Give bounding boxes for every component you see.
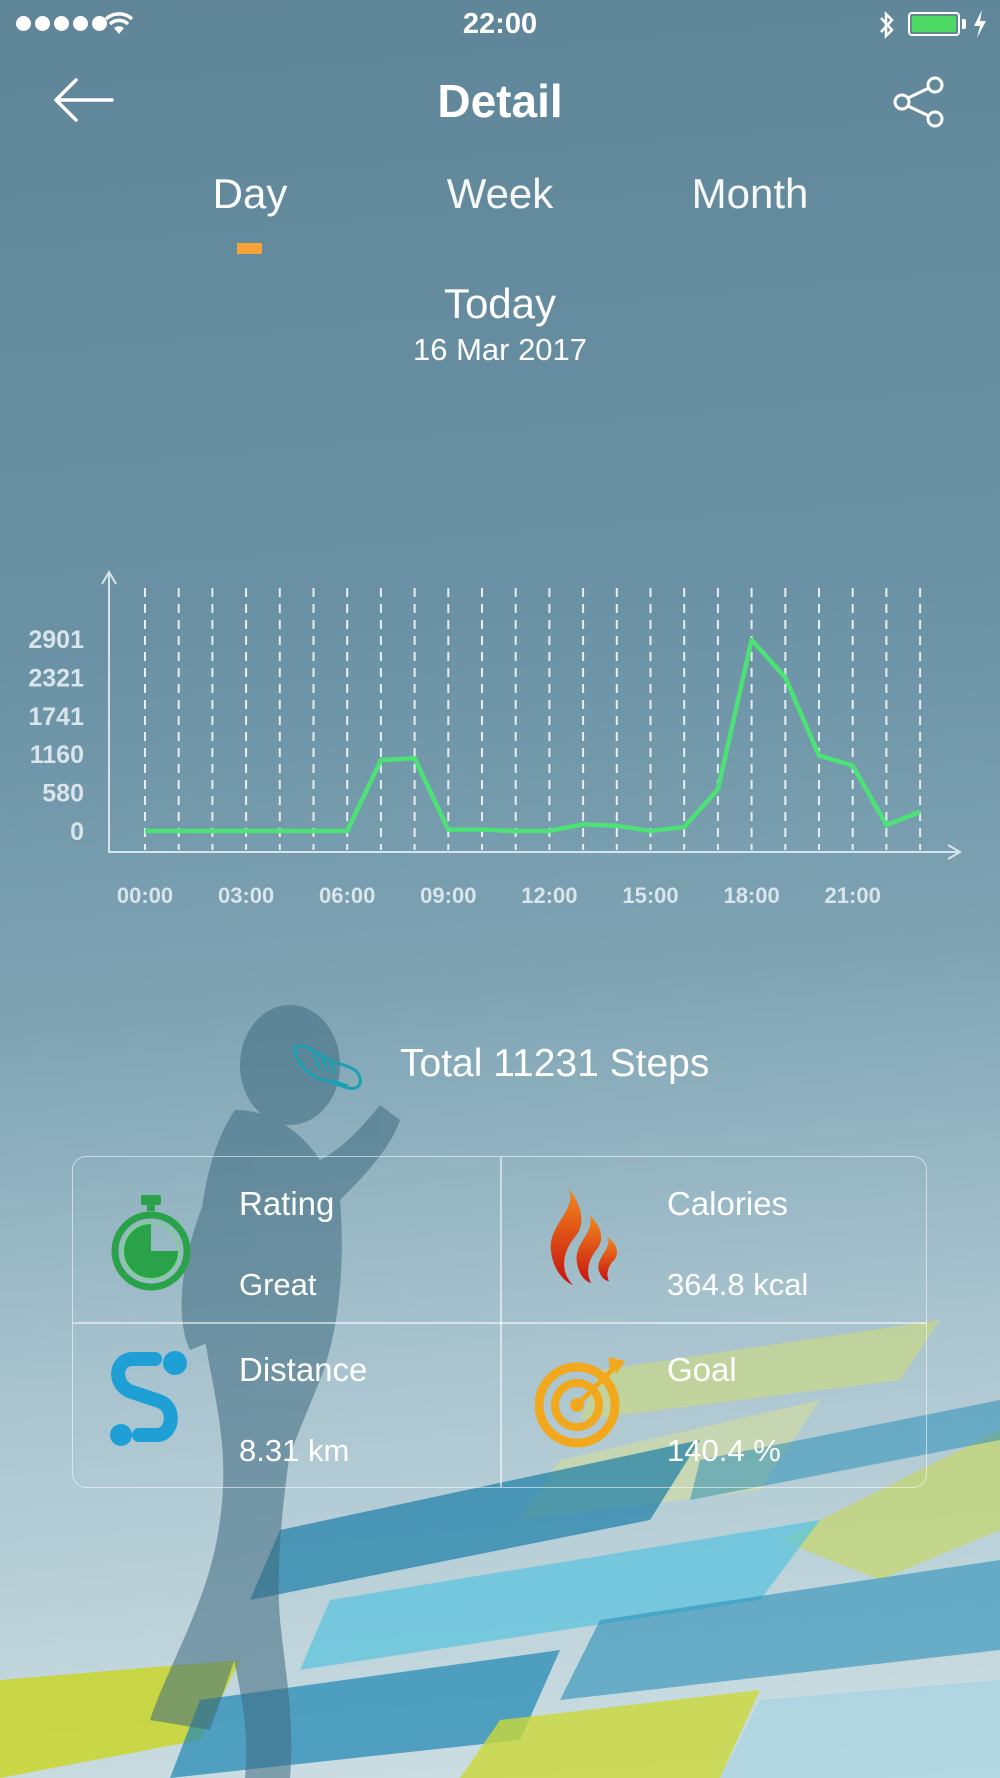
tab-month[interactable]: Month <box>630 170 870 218</box>
tab-day[interactable]: Day <box>130 170 370 218</box>
steps-line-chart: 0 580 1160 1741 2321 2901 00:00 03:00 06:00 09:0… <box>28 570 962 908</box>
y-tick-label: 0 <box>70 818 84 846</box>
battery-tip <box>962 19 966 29</box>
x-tick-label: 12:00 <box>521 883 577 908</box>
status-bar: 22:00 <box>0 0 1000 50</box>
date-subtitle: 16 Mar 2017 <box>412 332 588 367</box>
stat-calories[interactable]: Calories 364.8 kcal <box>501 1157 928 1322</box>
status-time: 22:00 <box>462 8 538 40</box>
y-tick-label: 2901 <box>28 626 84 654</box>
total-steps: Total 11231 Steps <box>400 1042 710 1085</box>
y-tick-label: 1160 <box>30 741 84 769</box>
x-tick-label: 09:00 <box>420 883 476 908</box>
calories-label: Calories <box>667 1185 789 1222</box>
flame-icon <box>550 1187 617 1285</box>
active-tab-indicator <box>237 243 262 254</box>
distance-label: Distance <box>239 1351 368 1388</box>
route-icon <box>110 1351 187 1446</box>
steps-series-line <box>145 637 921 834</box>
calories-value: 364.8 kcal <box>667 1267 809 1302</box>
tab-week[interactable]: Week <box>380 170 620 218</box>
rating-label: Rating <box>239 1185 335 1222</box>
date-title: Today <box>443 280 557 327</box>
x-tick-label: 03:00 <box>218 883 274 908</box>
share-icon[interactable] <box>893 76 945 128</box>
chart-y-ticks: 0 580 1160 1741 2321 2901 <box>28 626 84 846</box>
stat-distance[interactable]: Distance 8.31 km <box>73 1323 500 1488</box>
stat-goal[interactable]: Goal 140.4 % <box>501 1323 928 1488</box>
y-tick-label: 2321 <box>28 664 84 692</box>
y-tick-label: 580 <box>42 780 84 808</box>
shoe-icon <box>292 1044 362 1090</box>
goal-value: 140.4 % <box>667 1433 781 1468</box>
target-icon <box>535 1357 625 1448</box>
x-tick-label: 18:00 <box>723 883 779 908</box>
battery-icon <box>908 12 960 36</box>
stopwatch-icon <box>111 1195 191 1291</box>
goal-label: Goal <box>667 1351 737 1388</box>
x-tick-label: 00:00 <box>117 883 173 908</box>
bluetooth-icon <box>880 10 894 40</box>
charging-bolt-icon <box>974 10 986 38</box>
period-tabs: Day Week Month <box>0 170 1000 240</box>
chart-x-ticks: 00:00 03:00 06:00 09:00 12:00 15:00 18:00 21:00 <box>117 883 881 908</box>
x-tick-label: 21:00 <box>825 883 881 908</box>
stat-rating[interactable]: Rating Great <box>73 1157 500 1322</box>
chart-axes <box>101 570 962 860</box>
rating-value: Great <box>239 1267 317 1302</box>
page-title: Detail <box>437 75 563 127</box>
x-tick-label: 15:00 <box>622 883 678 908</box>
y-tick-label: 1741 <box>28 703 84 731</box>
distance-value: 8.31 km <box>239 1433 350 1468</box>
x-tick-label: 06:00 <box>319 883 375 908</box>
stats-grid: Rating Great Calories 364.8 kcal Distanc… <box>72 1156 927 1488</box>
